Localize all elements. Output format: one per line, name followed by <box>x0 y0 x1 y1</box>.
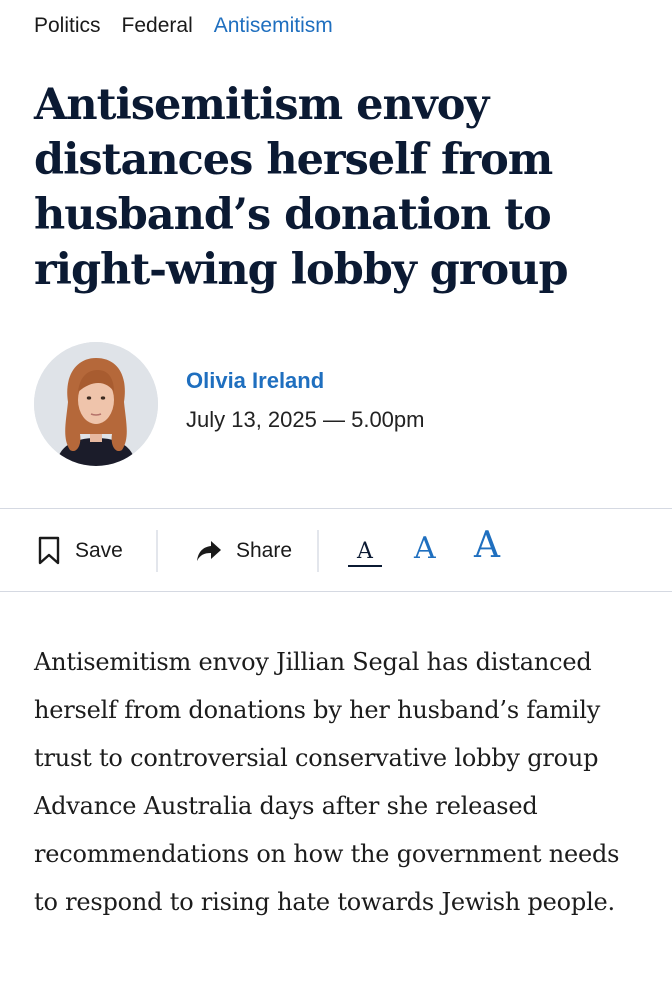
article-toolbar: Save Share <box>0 508 672 592</box>
breadcrumb-federal[interactable]: Federal <box>122 12 193 40</box>
author-portrait-icon <box>34 342 158 466</box>
article-headline: Antisemitism envoy distances herself fro… <box>34 80 569 295</box>
publish-date: July 13, 2025 — 5.00pm <box>186 406 425 432</box>
breadcrumb-politics[interactable]: Politics <box>34 12 101 40</box>
save-button[interactable]: Save <box>37 509 123 593</box>
font-size-large-button[interactable]: A <box>474 528 500 564</box>
byline-text: Olivia Ireland July 13, 2025 — 5.00pm <box>186 366 424 435</box>
share-arrow-icon <box>196 540 222 562</box>
bookmark-icon <box>37 536 61 566</box>
font-size-small-button[interactable]: A <box>348 541 382 567</box>
breadcrumb-antisemitism[interactable]: Antisemitism <box>214 12 333 40</box>
font-size-medium-button[interactable]: A <box>414 534 436 564</box>
author-link[interactable]: Olivia Ireland <box>186 366 424 396</box>
toolbar-divider <box>317 530 319 572</box>
breadcrumb: Politics Federal Antisemitism <box>34 12 333 40</box>
share-label: Share <box>236 539 293 562</box>
save-label: Save <box>75 539 123 562</box>
article-body: Antisemitism envoy Jillian Segal has dis… <box>34 648 620 916</box>
share-button[interactable]: Share <box>196 509 292 593</box>
author-avatar[interactable] <box>34 342 158 466</box>
byline: Olivia Ireland July 13, 2025 — 5.00pm <box>34 342 424 466</box>
toolbar-divider <box>156 530 158 572</box>
